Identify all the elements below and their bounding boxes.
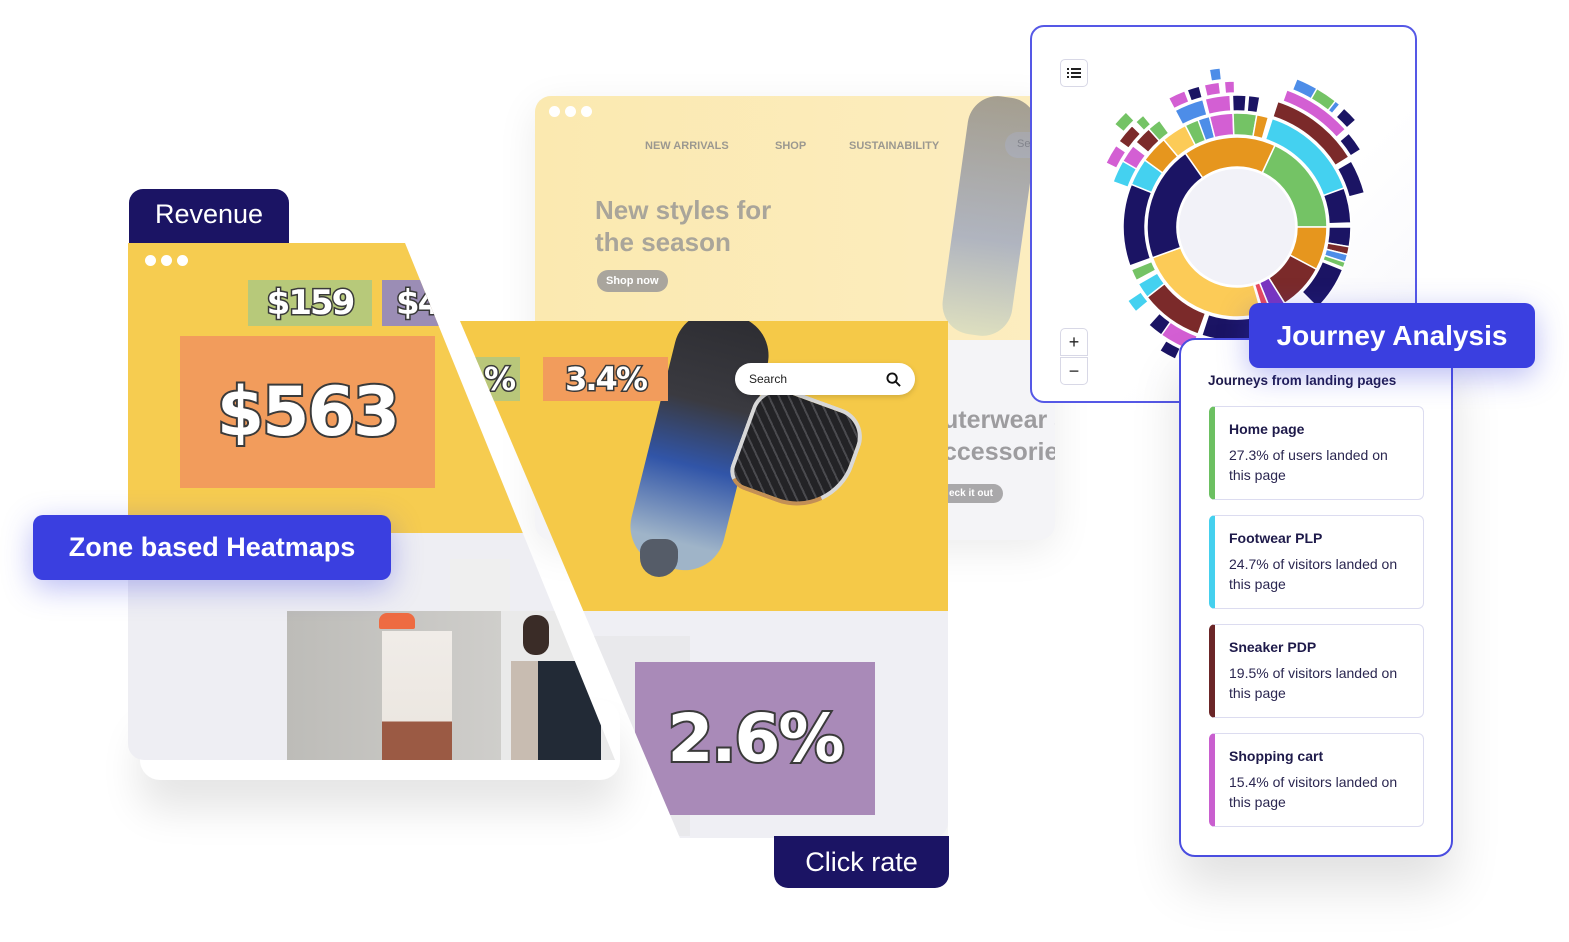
sunburst-segment[interactable] (1322, 187, 1352, 225)
landing-page-item[interactable]: Home page 27.3% of users landed on this p… (1209, 406, 1424, 500)
item-desc: 15.4% of visitors landed on this page (1229, 774, 1398, 810)
click-rate-tab[interactable]: Click rate (774, 836, 949, 888)
hero-title: New styles for the season (595, 195, 772, 257)
zone-value: 3.4% (564, 359, 650, 400)
nav-new-arrivals[interactable]: NEW ARRIVALS (645, 140, 729, 152)
list-button[interactable] (1060, 59, 1088, 87)
window-dots (549, 106, 592, 117)
shop-now-button[interactable]: Shop now (597, 270, 668, 292)
heatmap-zone[interactable]: 3.4% (543, 357, 668, 401)
outerwear-title: uterwear and ccessories (943, 406, 1055, 466)
nav-shop[interactable]: SHOP (775, 140, 806, 152)
item-name: Sneaker PDP (1229, 639, 1317, 655)
item-name: Home page (1229, 421, 1305, 437)
item-desc: 24.7% of visitors landed on this page (1229, 556, 1398, 592)
sunburst-segment[interactable] (1208, 112, 1235, 139)
sunburst-segment[interactable] (1223, 80, 1236, 95)
zoom-in-button[interactable]: + (1060, 328, 1088, 356)
zone-value: $563 (215, 371, 402, 454)
zoom-out-button[interactable]: − (1060, 357, 1088, 385)
sunburst-segment[interactable] (1246, 94, 1261, 114)
card-title: Journeys from landing pages (1208, 373, 1397, 388)
check-it-out-button[interactable]: eck it out (945, 484, 1003, 503)
sunburst-segment[interactable] (1203, 81, 1222, 98)
window-dots (145, 255, 188, 266)
zone-value: $4 (394, 282, 442, 325)
heatmap-zone[interactable]: 2.6% (635, 662, 875, 815)
heatmap-zone[interactable]: $563 (180, 336, 435, 488)
landing-page-item[interactable]: Footwear PLP 24.7% of visitors landed on … (1209, 515, 1424, 609)
revenue-tab[interactable]: Revenue (129, 189, 289, 249)
list-icon (1067, 68, 1081, 78)
sunburst-segment[interactable] (1231, 94, 1248, 113)
sunburst-segment[interactable] (1204, 94, 1232, 116)
journey-analysis-badge: Journey Analysis (1249, 303, 1535, 368)
sneaker-image (640, 539, 678, 577)
sunburst-segment[interactable] (1208, 67, 1223, 83)
product-image (287, 611, 501, 760)
item-name: Footwear PLP (1229, 530, 1323, 546)
search-input[interactable]: Search (735, 363, 915, 395)
item-desc: 27.3% of users landed on this page (1229, 447, 1388, 483)
nav-sustainability[interactable]: SUSTAINABILITY (849, 140, 939, 152)
zone-value: 2.6% (665, 698, 846, 779)
sunburst-center (1179, 169, 1295, 285)
zone-value: $159 (265, 282, 357, 325)
sunburst-segment[interactable] (1186, 85, 1204, 103)
item-name: Shopping cart (1229, 748, 1324, 764)
heatmap-zone[interactable]: $159 (248, 280, 372, 326)
search-icon[interactable] (886, 371, 901, 387)
search-placeholder: Search (749, 372, 788, 386)
landing-page-item[interactable]: Shopping cart 15.4% of visitors landed on… (1209, 733, 1424, 827)
zone-value: % (482, 359, 517, 400)
heatmap-zone[interactable]: $4 (382, 280, 462, 326)
landing-page-item[interactable]: Sneaker PDP 19.5% of visitors landed on t… (1209, 624, 1424, 718)
product-image (450, 559, 510, 611)
landing-pages-card: Journeys from landing pages Home page 27.… (1179, 338, 1453, 857)
zone-heatmaps-badge: Zone based Heatmaps (33, 515, 391, 580)
item-desc: 19.5% of visitors landed on this page (1229, 665, 1398, 701)
